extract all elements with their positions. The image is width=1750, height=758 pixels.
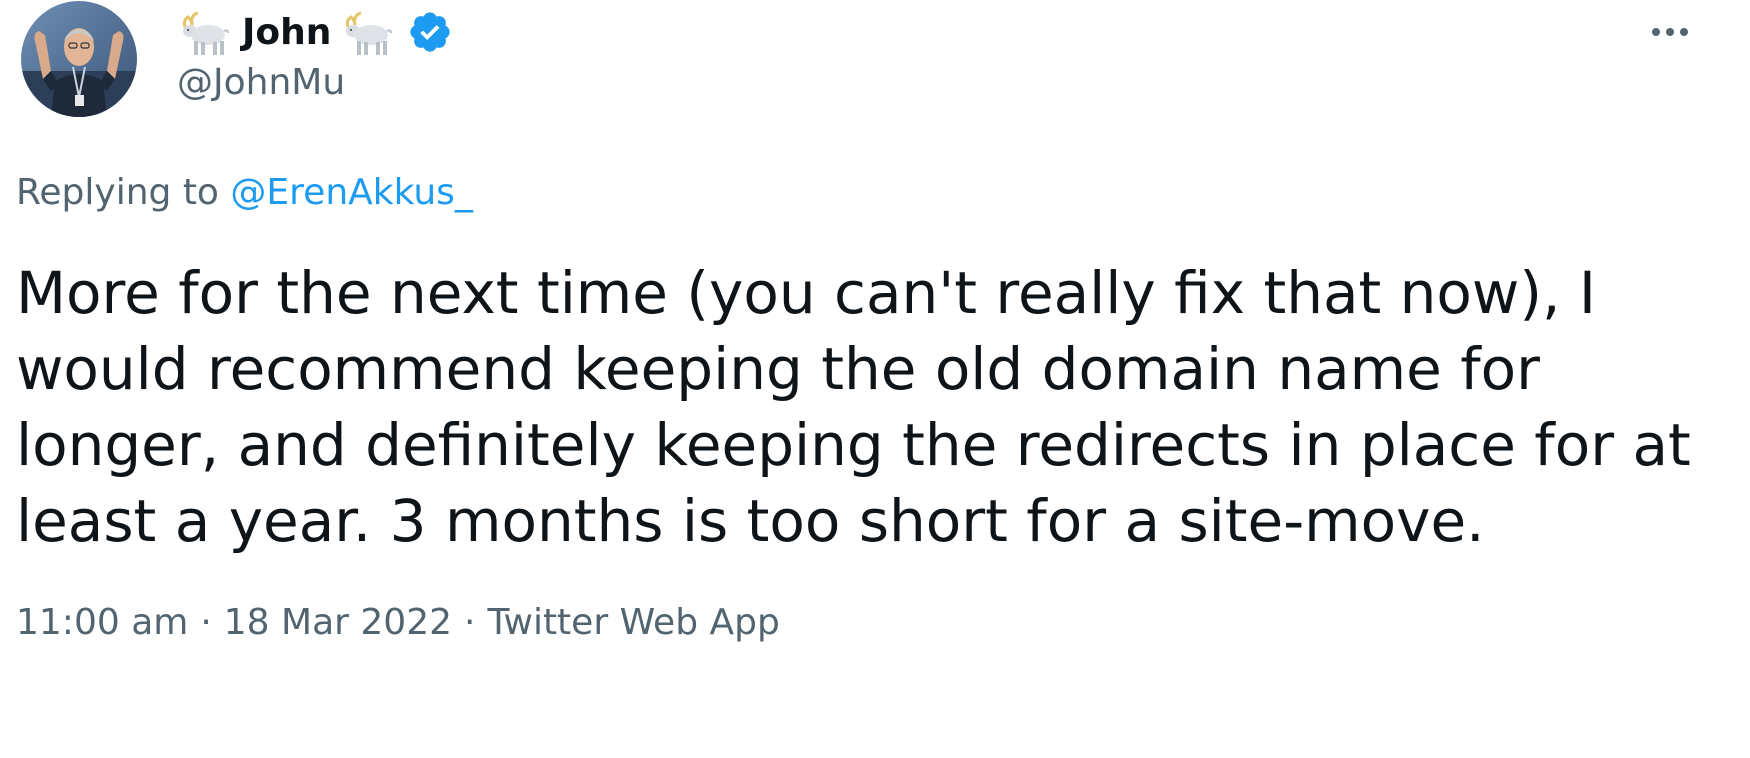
avatar-photo-icon bbox=[21, 1, 137, 117]
meta-separator: · bbox=[200, 602, 212, 643]
replying-to: Replying to @ErenAkkus_ bbox=[16, 172, 473, 213]
verified-badge-icon[interactable] bbox=[407, 9, 453, 55]
author-handle[interactable]: @JohnMu bbox=[177, 62, 345, 103]
tweet-meta: 11:00 am · 18 Mar 2022 · Twitter Web App bbox=[16, 602, 780, 643]
goat-icon bbox=[178, 7, 232, 57]
replying-to-label: Replying to bbox=[16, 172, 219, 213]
tweet-source[interactable]: Twitter Web App bbox=[487, 602, 779, 643]
meta-separator: · bbox=[464, 602, 476, 643]
tweet-time[interactable]: 11:00 am bbox=[16, 602, 188, 643]
tweet-text: More for the next time (you can't really… bbox=[16, 259, 1691, 555]
more-options-button[interactable] bbox=[1640, 10, 1700, 54]
tweet-card: John @JohnMu Replying to @ErenAkkus_ Mor… bbox=[0, 0, 1750, 758]
goat-icon bbox=[341, 7, 395, 57]
author-name-row[interactable]: John bbox=[178, 6, 453, 58]
author-display-name: John bbox=[242, 11, 332, 53]
avatar[interactable] bbox=[21, 1, 137, 117]
reply-target-link[interactable]: @ErenAkkus_ bbox=[230, 172, 473, 213]
more-dots-icon bbox=[1652, 28, 1688, 36]
tweet-date[interactable]: 18 Mar 2022 bbox=[224, 602, 452, 643]
